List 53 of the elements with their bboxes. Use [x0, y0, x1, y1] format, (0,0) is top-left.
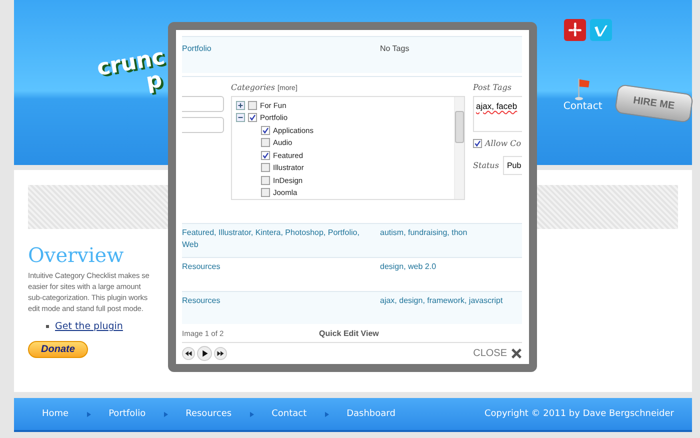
checkbox[interactable]: [261, 163, 270, 172]
arrow-icon: [86, 410, 91, 418]
checkbox[interactable]: [248, 113, 257, 122]
donate-button[interactable]: Donate: [28, 341, 88, 358]
close-button[interactable]: CLOSE: [473, 348, 522, 359]
bullet-icon: [46, 325, 49, 328]
footer-link[interactable]: Portfolio: [108, 409, 146, 419]
arrow-icon: [164, 410, 168, 418]
overview-heading: Overview: [28, 243, 124, 267]
hire-me-button[interactable]: HIRE ME: [614, 84, 694, 124]
footer-link[interactable]: Contact: [272, 409, 307, 419]
post-tags-label: Post Tags: [473, 83, 512, 94]
checkbox[interactable]: [261, 138, 270, 148]
table-cell-text: Resources: [182, 261, 222, 273]
nav-link[interactable]: Contact: [563, 101, 602, 112]
checkbox[interactable]: [261, 176, 270, 185]
table-cell-text: autism, fundraising, thon: [380, 227, 468, 239]
allow-comments-label: Allow Co: [485, 139, 522, 148]
status-label: Status: [473, 161, 499, 170]
categories-label: Categories: [231, 83, 275, 92]
checkbox[interactable]: [261, 188, 270, 198]
plugin-link[interactable]: Get the plugin: [55, 321, 123, 332]
table-cell-text: No Tags: [380, 43, 410, 55]
table-cell-text: ajax, design, framework, javascript: [380, 295, 504, 307]
copyright-text: Copyright © 2011 by Dave Bergschneider: [484, 409, 674, 419]
burst-icon[interactable]: [564, 19, 586, 41]
fast-forward-icon[interactable]: [214, 346, 227, 360]
scrollbar[interactable]: [454, 97, 464, 199]
arrow-icon: [324, 410, 329, 418]
arrow-icon: [250, 410, 254, 418]
checkbox[interactable]: [473, 139, 482, 148]
footer-link[interactable]: Dashboard: [346, 409, 396, 419]
checkbox[interactable]: [261, 150, 270, 160]
tags-field[interactable]: ajax, faceb: [473, 96, 522, 132]
play-icon[interactable]: [197, 346, 212, 361]
expand-toggle[interactable]: [236, 100, 245, 110]
footer-link[interactable]: Home: [42, 409, 69, 419]
table-cell-text: design, web 2.0: [380, 261, 438, 273]
input-field[interactable]: [182, 96, 224, 112]
checkbox[interactable]: [248, 100, 257, 110]
status-select[interactable]: Pub: [502, 156, 522, 175]
logo-text: crunc p: [94, 44, 168, 98]
table-cell-text: Resources: [182, 295, 222, 307]
flag-icon: [574, 77, 591, 101]
table-cell-text: Portfolio: [182, 43, 212, 55]
rewind-icon[interactable]: [182, 346, 195, 360]
checkbox[interactable]: [261, 126, 270, 135]
table-cell-text: Featured, Illustrator, Kintera, Photoshop, Portfolio, Web: [182, 227, 360, 251]
expand-toggle[interactable]: [236, 113, 245, 122]
close-icon: [511, 348, 522, 359]
image-title: Quick Edit View: [319, 329, 379, 338]
input-field[interactable]: [182, 117, 224, 133]
footer-link[interactable]: Resources: [186, 409, 232, 419]
